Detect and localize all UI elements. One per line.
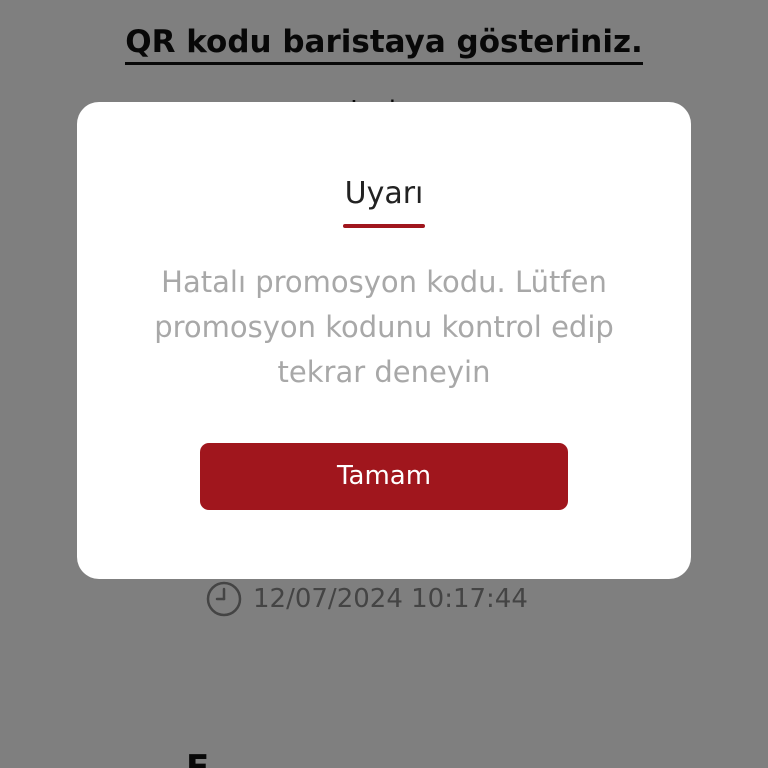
ok-button[interactable]: Tamam [200, 443, 568, 510]
dialog-message: Hatalı promosyon kodu. Lütfen promosyon … [154, 265, 614, 389]
qr-screen: QR kodu baristaya gösteriniz. La iz. 12/… [0, 0, 768, 768]
dialog-title: Uyarı [344, 176, 424, 211]
dialog-title-underline [343, 224, 425, 228]
